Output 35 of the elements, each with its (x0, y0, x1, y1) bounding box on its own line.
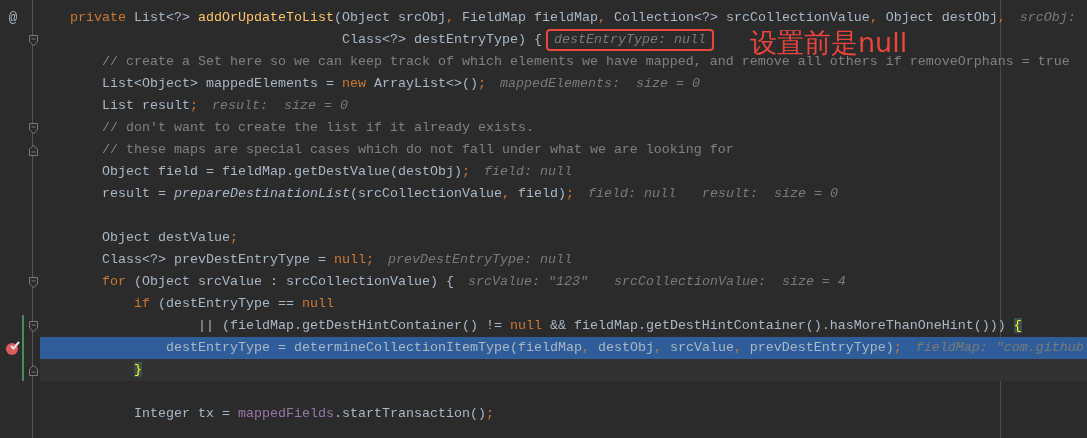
annotation-text: 设置前是null (750, 29, 908, 56)
code-line: || (fieldMap.getDestHintContainer() != null && fieldMap.getDestHintContainer().hasMoreThanOneHint())) { (196, 317, 1022, 335)
debug-value-hint: destEntryType: null (545, 29, 714, 51)
debug-value-hint: result: size = 0 (701, 185, 838, 203)
code-line: if (destEntryType == null (133, 295, 334, 313)
code-line: Class<?> destEntryType) { (340, 31, 542, 49)
fold-icon[interactable] (28, 122, 38, 134)
code-line: Class<?> prevDestEntryType = null; (101, 251, 374, 269)
code-line: private List<?> addOrUpdateToList(Object srcObj, FieldMap fieldMap, Collection<?> srcCollectionValue, Object destObj, (70, 9, 1006, 27)
code-line: result = prepareDestinationList(srcCollectionValue, field); (101, 185, 574, 203)
code-line: List<Object> mappedElements = new ArrayList<>(); (101, 75, 486, 93)
code-line: // don't want to create the list if it already exists. (101, 119, 534, 137)
debug-value-hint: field: null (587, 185, 676, 203)
debug-value-hint: srcCollectionValue: size = 4 (613, 273, 846, 291)
debug-value-hint: fieldMap: "com.github (915, 339, 1084, 357)
code-line: Integer tx = mappedFields.startTransaction(); (133, 405, 494, 423)
unfold-icon[interactable] (28, 144, 38, 156)
fold-icon[interactable] (28, 320, 38, 332)
fold-icon[interactable] (28, 34, 38, 46)
debug-value-hint: srcObj: (1019, 9, 1076, 27)
annotation-marker: @ (8, 9, 18, 28)
debug-value-hint: field: null (483, 163, 572, 181)
code-line: destEntryType = determineCollectionItemType(fieldMap, destObj, srcValue, prevDestEntryType); (164, 339, 902, 357)
unfold-icon[interactable] (28, 364, 38, 376)
debug-value-hint: mappedElements: size = 0 (499, 75, 700, 93)
debug-value-hint: prevDestEntryType: null (387, 251, 572, 269)
code-line: Object destValue; (101, 229, 238, 247)
debug-value-hint: result: size = 0 (212, 97, 348, 115)
fold-icon[interactable] (28, 276, 38, 288)
breakpoint-icon[interactable] (5, 340, 21, 356)
code-line: List result; (101, 97, 198, 115)
code-line: for (Object srcValue : srcCollectionValue) { (101, 273, 454, 291)
code-line: Object field = fieldMap.getDestValue(destObj); (101, 163, 470, 181)
debug-value-hint: srcValue: "123" (467, 273, 588, 291)
code-line: // these maps are special cases which do not fall under what we are looking for (101, 141, 734, 159)
